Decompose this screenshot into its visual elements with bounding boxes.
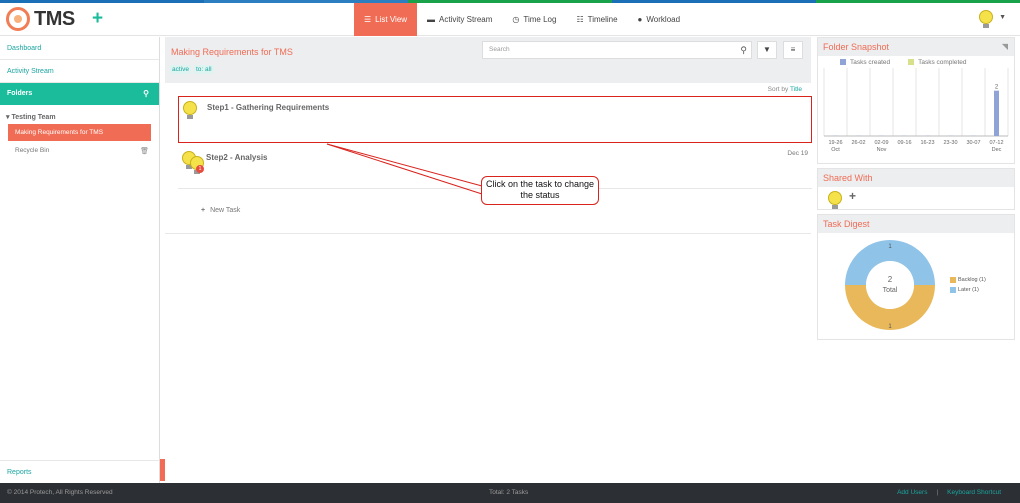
legend-backlog: Backlog (1) — [950, 275, 986, 285]
avatar[interactable] — [828, 191, 842, 209]
folder-snapshot-panel: Folder Snapshot ◥ Tasks created Tasks com… — [817, 37, 1015, 164]
created-bar[interactable] — [994, 90, 999, 136]
keyboard-shortcut-link[interactable]: Keyboard Shortcut — [947, 489, 1001, 496]
x-tick-label: 23-30 — [943, 140, 957, 146]
x-month-label: Oct — [831, 147, 840, 153]
legend-created: Tasks created — [840, 59, 890, 66]
footer-links: Add Users | Keyboard Shortcut — [897, 489, 1001, 496]
snapshot-chart: 19-26Oct 26-02 02-09Nov 09-16 16-23 23-30 30-0… — [823, 68, 1009, 153]
x-tick-label: 02-09 — [874, 140, 888, 146]
x-month-label: Dec — [992, 147, 1002, 153]
created-bar[interactable] — [948, 135, 953, 136]
legend-completed: Tasks completed — [908, 59, 967, 66]
created-bar[interactable] — [971, 135, 976, 136]
total-label: Total — [883, 287, 898, 294]
total-value: 2 — [888, 275, 893, 284]
legend-label: Later (1) — [958, 287, 979, 293]
copyright: © 2014 Protech, All Rights Reserved — [7, 489, 113, 496]
snapshot-title: Folder Snapshot — [823, 42, 890, 52]
x-tick-label: 07-12 — [989, 140, 1003, 146]
right-sidebar: Folder Snapshot ◥ Tasks created Tasks com… — [817, 37, 1015, 483]
created-bar[interactable] — [879, 135, 884, 136]
rss-icon[interactable]: ◥ — [1002, 38, 1008, 56]
legend-label: Tasks completed — [918, 59, 967, 66]
digest-legend: Backlog (1) Later (1) — [950, 275, 986, 295]
created-bar[interactable] — [925, 135, 930, 136]
panel-title: Folder Snapshot ◥ — [818, 38, 1014, 56]
x-tick-label: 19-26 — [828, 140, 842, 146]
x-tick-label: 16-23 — [920, 140, 934, 146]
add-users-link[interactable]: Add Users — [897, 489, 927, 496]
created-bar[interactable] — [833, 135, 838, 136]
legend-label: Backlog (1) — [958, 277, 986, 283]
chart-legend: Tasks created Tasks completed — [818, 56, 1014, 66]
bar-data-label: 2 — [995, 85, 999, 91]
x-tick-label: 26-02 — [851, 140, 865, 146]
footer: © 2014 Protech, All Rights Reserved Tota… — [0, 483, 1020, 503]
total-tasks: Total: 2 Tasks — [489, 489, 529, 496]
task-digest-panel: Task Digest 2 Total 1 1 Backlog (1) Late… — [817, 214, 1015, 340]
created-bar[interactable] — [856, 135, 861, 136]
x-tick-label: 30-07 — [966, 140, 980, 146]
panel-title: Task Digest — [818, 215, 1014, 233]
panel-title: Shared With — [818, 169, 1014, 187]
shared-with-panel: Shared With + — [817, 168, 1015, 210]
created-bar[interactable] — [902, 135, 907, 136]
legend-later: Later (1) — [950, 285, 986, 295]
shared-users: + — [818, 187, 1014, 209]
x-month-label: Nov — [877, 147, 887, 153]
x-tick-label: 09-16 — [897, 140, 911, 146]
add-user-icon[interactable]: + — [849, 189, 856, 203]
legend-label: Tasks created — [850, 59, 891, 66]
annotation-callout: Click on the task to change the status — [481, 176, 599, 205]
